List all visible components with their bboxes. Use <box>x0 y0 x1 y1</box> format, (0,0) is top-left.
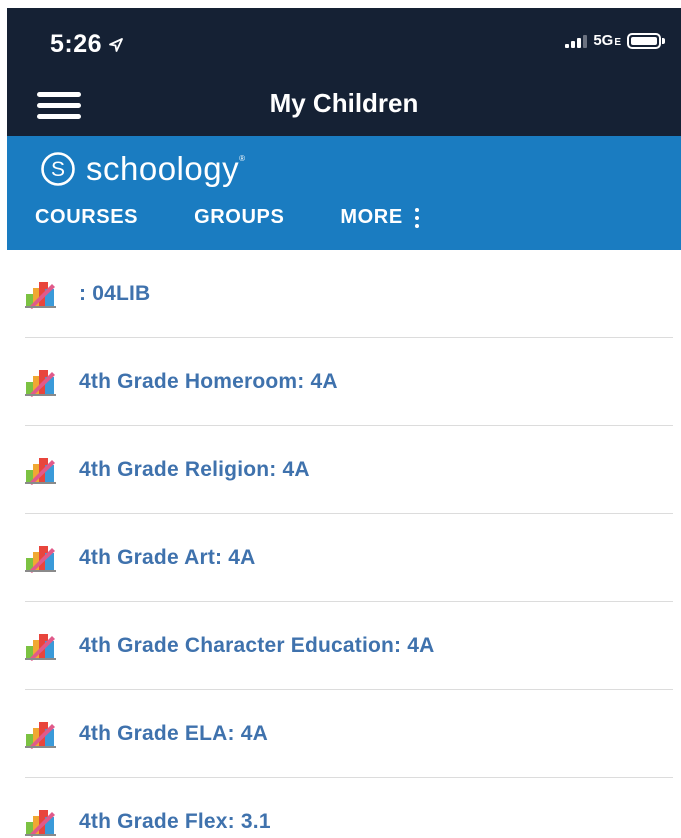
nav-groups[interactable]: GROUPS <box>194 206 284 229</box>
app-screen: 5:26 5G E My Children S schoology® COURS… <box>0 0 681 838</box>
course-materials-icon <box>25 367 57 397</box>
nav-courses[interactable]: COURSES <box>35 206 138 229</box>
course-name: 4th Grade Character Education: 4A <box>79 633 435 657</box>
kebab-vertical-icon <box>414 207 419 228</box>
page-title: My Children <box>269 88 419 118</box>
location-arrow-icon <box>108 37 124 53</box>
battery-icon <box>627 32 665 49</box>
course-name: 4th Grade Flex: 3.1 <box>79 810 271 833</box>
schoology-logo[interactable]: S schoology® <box>40 150 246 188</box>
status-time: 5:26 <box>50 30 124 59</box>
nav-more-label: MORE <box>340 206 403 228</box>
course-name: 4th Grade Art: 4A <box>79 545 256 569</box>
status-time-text: 5:26 <box>50 30 103 58</box>
schoology-s-icon: S <box>40 151 76 187</box>
schoology-header: S schoology® COURSES GROUPS MORE <box>7 136 681 250</box>
main-nav: COURSES GROUPS MORE <box>35 206 419 229</box>
course-list-item[interactable]: 4th Grade Art: 4A <box>25 514 673 602</box>
logo-wordmark: schoology® <box>86 150 246 188</box>
network-suffix: E <box>614 37 621 48</box>
course-materials-icon <box>25 455 57 485</box>
network-type: 5G E <box>593 32 621 49</box>
nav-more[interactable]: MORE <box>340 206 419 229</box>
status-indicators: 5G E <box>565 32 665 49</box>
course-list-item[interactable]: 4th Grade Flex: 3.1 <box>25 778 673 838</box>
course-name: 4th Grade ELA: 4A <box>79 721 268 745</box>
course-list-item[interactable]: 4th Grade Religion: 4A <box>25 426 673 514</box>
top-bar: 5:26 5G E My Children <box>7 8 681 136</box>
course-materials-icon <box>25 807 57 837</box>
cellular-signal-icon <box>565 34 588 48</box>
course-materials-icon <box>25 631 57 661</box>
brand-name: schoology <box>86 150 240 187</box>
course-materials-icon <box>25 279 57 309</box>
course-materials-icon <box>25 543 57 573</box>
course-name: 4th Grade Religion: 4A <box>79 457 310 481</box>
course-name: : 04LIB <box>79 281 151 305</box>
brand-trademark: ® <box>239 154 246 163</box>
course-list-item[interactable]: : 04LIB <box>25 250 673 338</box>
course-list: : 04LIB 4th Grade Homeroom: 4A 4th Grade… <box>25 250 673 838</box>
course-list-item[interactable]: 4th Grade Homeroom: 4A <box>25 338 673 426</box>
svg-text:S: S <box>51 158 65 181</box>
course-name: 4th Grade Homeroom: 4A <box>79 369 338 393</box>
course-list-item[interactable]: 4th Grade Character Education: 4A <box>25 602 673 690</box>
course-list-item[interactable]: 4th Grade ELA: 4A <box>25 690 673 778</box>
course-materials-icon <box>25 719 57 749</box>
network-main: 5G <box>593 32 614 49</box>
